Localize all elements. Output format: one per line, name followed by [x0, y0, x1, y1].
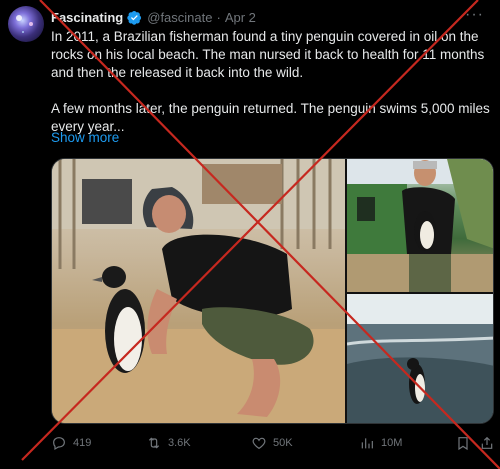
post-date[interactable]: Apr 2 — [225, 10, 256, 25]
views-icon — [361, 438, 373, 449]
photo-top-right-illustration — [347, 159, 493, 292]
repost-count: 3.6K — [168, 437, 191, 449]
photo-fisherman-with-penguin[interactable] — [52, 159, 345, 423]
repost-icon — [148, 437, 160, 449]
photo-main-illustration — [52, 159, 345, 423]
separator-dot: · — [216, 9, 221, 25]
reply-button[interactable]: 419 — [51, 435, 91, 451]
like-button[interactable]: 50K — [251, 435, 293, 451]
like-icon — [252, 437, 266, 450]
author-handle[interactable]: @fascinate — [147, 10, 212, 25]
post-paragraph-1: In 2011, a Brazilian fisherman found a t… — [51, 29, 485, 80]
like-count: 50K — [273, 437, 293, 449]
photo-fisherman-holding-penguin[interactable] — [347, 159, 493, 292]
post-header: Fascinating @fascinate · Apr 2 — [51, 8, 256, 26]
verified-badge-icon — [127, 10, 142, 25]
views-button[interactable]: 10M — [359, 435, 402, 451]
photo-bottom-right-illustration — [347, 294, 493, 423]
views-count: 10M — [381, 437, 403, 449]
reply-icon — [53, 437, 65, 451]
media-grid — [51, 158, 494, 424]
more-icon[interactable]: ··· — [465, 6, 484, 24]
post[interactable]: Fascinating @fascinate · Apr 2 ··· In 20… — [0, 0, 500, 469]
avatar[interactable] — [8, 6, 44, 42]
show-more-link[interactable]: Show more — [51, 130, 119, 145]
share-icon — [481, 436, 493, 449]
photo-penguin-swimming[interactable] — [347, 294, 493, 423]
reply-count: 419 — [73, 437, 92, 449]
bookmark-button[interactable] — [455, 435, 477, 451]
repost-button[interactable]: 3.6K — [146, 435, 191, 451]
share-button[interactable] — [479, 435, 500, 451]
post-text: In 2011, a Brazilian fisherman found a t… — [51, 28, 493, 136]
author-name[interactable]: Fascinating — [51, 10, 123, 25]
post-actions: 419 3.6K 50K 10M — [51, 435, 493, 455]
bookmark-icon — [458, 437, 468, 451]
